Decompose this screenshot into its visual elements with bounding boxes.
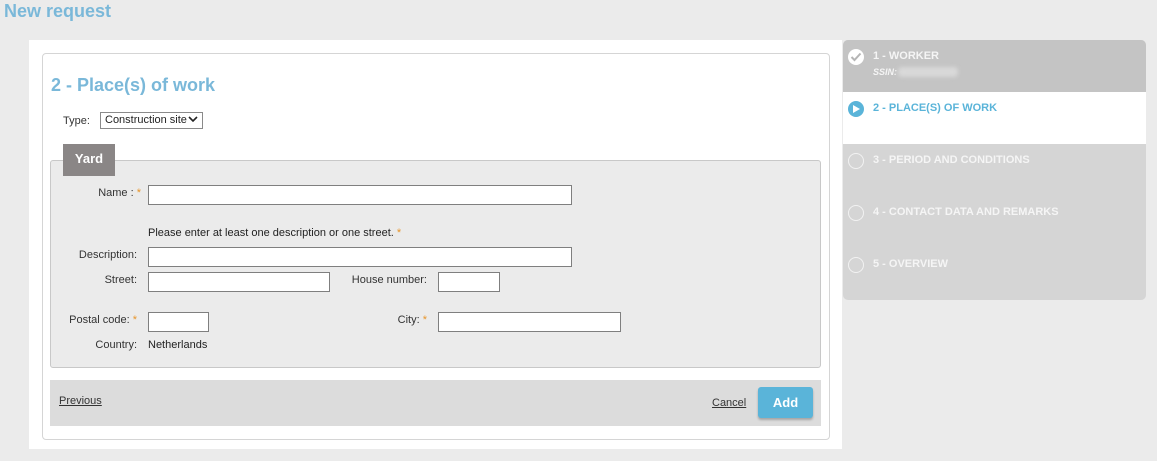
description-label: Description: xyxy=(78,249,137,261)
cancel-link[interactable]: Cancel xyxy=(712,397,746,409)
add-button[interactable]: Add xyxy=(758,387,813,418)
play-icon xyxy=(848,101,864,117)
type-select-value: Construction site xyxy=(105,114,187,126)
country-value: Netherlands xyxy=(148,339,208,351)
empty-circle-icon xyxy=(848,153,864,169)
postal-code-label: Postal code: * xyxy=(69,314,137,326)
step-worker[interactable]: 1 - WORKER SSIN: xyxy=(843,40,1146,92)
description-input[interactable] xyxy=(148,247,572,267)
house-number-input[interactable] xyxy=(438,272,500,292)
step-label: 3 - PERIOD AND CONDITIONS xyxy=(873,154,1030,166)
yard-tab: Yard xyxy=(63,144,115,176)
country-label: Country: xyxy=(95,339,137,351)
ssin-label: SSIN: xyxy=(873,67,898,77)
description-street-hint: Please enter at least one description or… xyxy=(148,227,402,239)
wizard-steps: 1 - WORKER SSIN: 2 - PLACE(S) OF WORK 3 … xyxy=(843,40,1146,300)
yard-panel: Name : * Please enter at least one descr… xyxy=(50,160,821,368)
step-places-of-work[interactable]: 2 - PLACE(S) OF WORK xyxy=(843,92,1146,144)
name-label: Name : * xyxy=(98,187,141,199)
street-label: Street: xyxy=(104,274,137,286)
name-input[interactable] xyxy=(148,185,572,205)
form-frame: 2 - Place(s) of work Type: Construction … xyxy=(42,53,830,440)
step-label: 2 - PLACE(S) OF WORK xyxy=(873,102,998,114)
step-label: 1 - WORKER xyxy=(873,50,939,62)
chevron-down-icon xyxy=(188,114,198,129)
city-label: City: * xyxy=(397,314,427,326)
type-label: Type: xyxy=(63,115,90,127)
city-input[interactable] xyxy=(438,312,621,332)
main-card: 2 - Place(s) of work Type: Construction … xyxy=(29,40,842,449)
house-number-label: House number: xyxy=(351,274,427,286)
previous-link[interactable]: Previous xyxy=(59,395,102,407)
step-period-conditions[interactable]: 3 - PERIOD AND CONDITIONS xyxy=(843,144,1146,196)
form-footer: Previous Cancel Add xyxy=(50,380,821,426)
street-input[interactable] xyxy=(148,272,330,292)
postal-code-input[interactable] xyxy=(148,312,209,332)
ssin-value-redacted xyxy=(898,67,958,77)
empty-circle-icon xyxy=(848,257,864,273)
checkmark-icon xyxy=(848,49,864,65)
page-title: New request xyxy=(4,1,112,21)
type-select[interactable]: Construction site xyxy=(100,112,203,129)
section-title: 2 - Place(s) of work xyxy=(51,75,216,95)
empty-circle-icon xyxy=(848,205,864,221)
step-overview[interactable]: 5 - OVERVIEW xyxy=(843,248,1146,300)
step-contact-data[interactable]: 4 - CONTACT DATA AND REMARKS xyxy=(843,196,1146,248)
step-label: 5 - OVERVIEW xyxy=(873,258,948,270)
step-label: 4 - CONTACT DATA AND REMARKS xyxy=(873,206,1059,218)
